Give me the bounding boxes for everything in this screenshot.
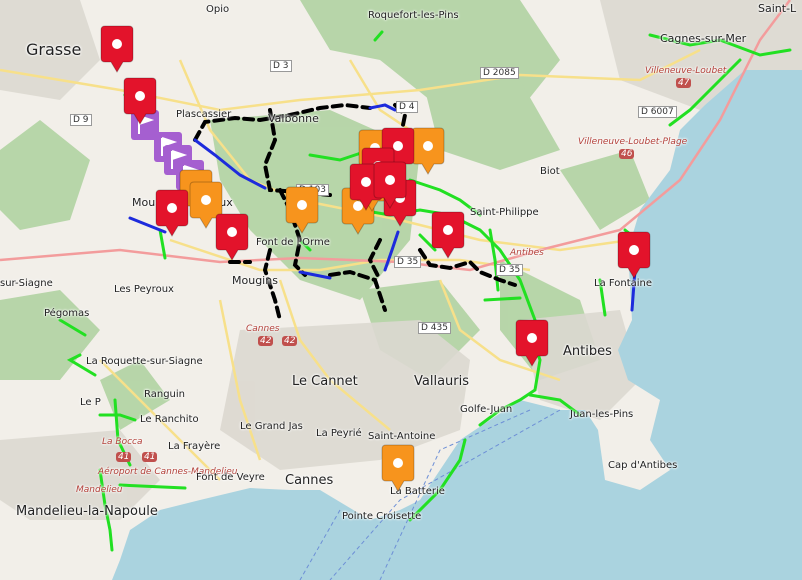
red-marker[interactable] xyxy=(617,231,651,279)
orange-marker[interactable] xyxy=(381,444,415,492)
red-marker[interactable] xyxy=(515,319,549,367)
red-marker[interactable] xyxy=(155,189,189,237)
red-marker[interactable] xyxy=(100,25,134,73)
red-marker[interactable] xyxy=(215,213,249,261)
orange-marker[interactable] xyxy=(411,127,445,175)
marker-layer[interactable] xyxy=(0,0,802,580)
map-canvas[interactable]: Grasse Opio Roquefort-les-Pins Cagnes-su… xyxy=(0,0,802,580)
orange-marker[interactable] xyxy=(285,186,319,234)
red-marker[interactable] xyxy=(431,211,465,259)
